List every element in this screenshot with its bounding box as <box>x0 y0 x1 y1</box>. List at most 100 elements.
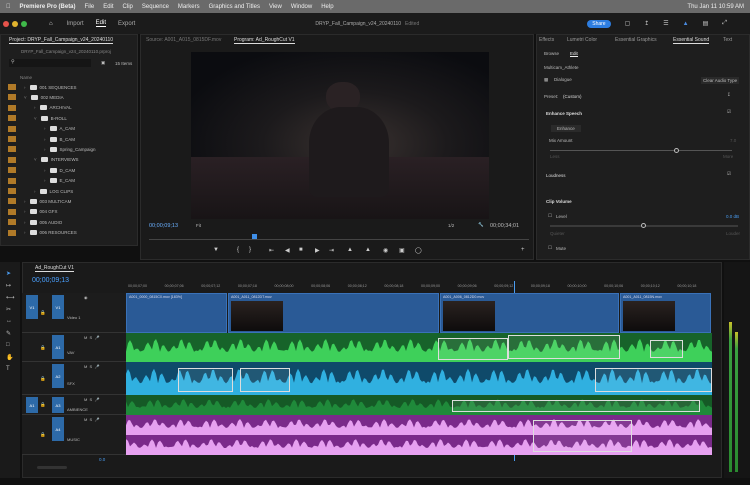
enhance-speech-checkbox[interactable]: ☑ <box>727 109 731 115</box>
save-preset-icon[interactable]: ↧ <box>727 92 731 98</box>
share-button[interactable]: Share <box>587 19 611 28</box>
hand-icon[interactable]: ✋ <box>6 354 13 361</box>
bin-item[interactable]: › D_CAM <box>1 165 75 175</box>
video-clip[interactable]: A001_A006_0812D0.mov <box>440 293 619 333</box>
go-out-icon[interactable]: ⇥ <box>329 247 334 254</box>
search-input[interactable]: ⚲ <box>9 59 91 67</box>
zoom-button[interactable] <box>21 20 27 27</box>
in-icon[interactable]: { <box>237 247 239 253</box>
menu-edit[interactable]: Edit <box>103 4 113 10</box>
track-select-icon[interactable]: ↦ <box>6 282 11 289</box>
scrub-bar[interactable] <box>149 239 529 240</box>
source-patch-a1[interactable]: A1 <box>26 397 38 413</box>
apple-icon[interactable]:  <box>6 4 11 10</box>
chevron-right-icon[interactable]: › <box>24 85 26 90</box>
clip-transition[interactable] <box>650 340 683 358</box>
bin-item[interactable]: ˅ 002 MEDIA <box>1 92 64 102</box>
enhance-button[interactable]: Enhance <box>551 125 581 132</box>
lock-icon[interactable]: 🔒 <box>40 345 46 351</box>
step-back-icon[interactable]: ◀ <box>285 247 290 254</box>
tab-source[interactable]: Source: A001_A015_0815DF.mov <box>146 37 221 43</box>
bin-item[interactable]: › 005 AUDIO <box>1 217 62 227</box>
subtab-browse[interactable]: Browse <box>544 51 559 56</box>
menu-help[interactable]: Help <box>321 4 333 10</box>
mute-icon[interactable]: M S 🎤 <box>84 364 99 369</box>
bin-item[interactable]: › Spring_Campaign <box>1 144 96 154</box>
bin-item[interactable]: › E_CAM <box>1 176 75 186</box>
stop-icon[interactable]: ■ <box>299 247 303 253</box>
progress-icon[interactable]: ▲ <box>683 21 689 27</box>
video-clip[interactable]: A001_0000_0815C0.mov [183%] <box>126 293 227 333</box>
compare-icon[interactable]: ▣ <box>399 247 405 254</box>
list-icon[interactable]: ☰ <box>663 20 668 27</box>
ripple-edit-icon[interactable]: ⟷ <box>6 294 15 301</box>
camera-icon[interactable]: ◉ <box>383 247 388 254</box>
clip-transition[interactable] <box>452 400 700 412</box>
bin-item[interactable]: › 001 SEQUENCES <box>1 82 77 92</box>
track-target-a4[interactable]: A4 <box>52 417 64 441</box>
menu-file[interactable]: File <box>85 4 95 10</box>
close-button[interactable] <box>3 20 9 27</box>
mute-icon[interactable]: M S 🎤 <box>84 417 99 422</box>
loudness-checkbox[interactable]: ☑ <box>727 171 731 177</box>
marker-icon[interactable]: ▼ <box>213 247 219 253</box>
timeline-zoom-scrollbar[interactable] <box>37 466 67 469</box>
chevron-down-icon[interactable]: ˅ <box>34 116 37 121</box>
clip-transition[interactable] <box>595 368 712 392</box>
chevron-right-icon[interactable]: › <box>24 230 26 235</box>
track-target-v1[interactable]: V1 <box>52 295 64 319</box>
track-target-a2[interactable]: A2 <box>52 364 64 388</box>
chevron-right-icon[interactable]: › <box>44 147 46 152</box>
bin-item[interactable]: ˅ INTERVIEWS <box>1 155 79 165</box>
playhead[interactable] <box>252 234 257 239</box>
mix-amount-handle[interactable] <box>674 148 680 153</box>
volume-handle[interactable] <box>641 223 646 228</box>
volume-slider[interactable] <box>550 223 738 228</box>
quality-select[interactable]: 1/2 <box>448 223 454 228</box>
out-icon[interactable]: } <box>249 247 251 253</box>
clip-transition[interactable] <box>533 420 632 452</box>
mute-checkbox[interactable]: ☐ <box>548 245 552 251</box>
clip-transition[interactable] <box>508 335 620 359</box>
fit-select[interactable]: Fit <box>196 223 201 228</box>
step-forward-icon[interactable]: ▶ <box>315 247 320 254</box>
bin-item[interactable]: › 003 MULTICAM <box>1 196 71 206</box>
program-timecode[interactable]: 00;00;09;13 <box>149 223 178 229</box>
extract-icon[interactable]: ▲ <box>365 247 371 253</box>
menu-view[interactable]: View <box>269 4 282 10</box>
tab-text[interactable]: Text <box>723 37 732 43</box>
bin-item[interactable]: › A_CAM <box>1 124 75 134</box>
export-icon[interactable]: ↥ <box>644 20 649 27</box>
tab-lumetri[interactable]: Lumetri Color <box>567 37 597 43</box>
clip-transition[interactable] <box>178 368 233 392</box>
mix-amount-slider[interactable] <box>550 148 732 153</box>
nav-export[interactable]: Export <box>118 21 135 27</box>
lock-icon[interactable]: 🔒 <box>40 432 46 438</box>
clip-transition[interactable] <box>438 338 508 360</box>
comments-icon[interactable]: ▤ <box>703 20 709 27</box>
lock-icon[interactable]: 🔒 <box>40 310 46 316</box>
lift-icon[interactable]: ▲ <box>347 247 353 253</box>
chevron-right-icon[interactable]: › <box>34 189 36 194</box>
track-target-a1[interactable]: A1 <box>52 335 64 359</box>
tab-project[interactable]: Project: DRYP_Fall_Campaign_v24_20240110 <box>9 37 114 44</box>
razor-icon[interactable]: ✂ <box>6 306 11 313</box>
menu-markers[interactable]: Markers <box>178 4 200 10</box>
tab-graphics[interactable]: Essential Graphics <box>615 37 657 43</box>
column-name[interactable]: Name <box>20 75 32 80</box>
chevron-down-icon[interactable]: ˅ <box>34 157 37 162</box>
tab-essential-sound[interactable]: Essential Sound <box>673 37 710 44</box>
tab-sequence[interactable]: Ad_RoughCut V1 <box>35 265 74 272</box>
bin-item[interactable]: › ARCHIVAL <box>1 103 72 113</box>
bin-item[interactable]: › 006 RESOURCES <box>1 228 77 238</box>
mute-icon[interactable]: M S 🎤 <box>84 335 99 340</box>
chevron-right-icon[interactable]: › <box>44 178 46 183</box>
new-bin-icon[interactable]: ▣ <box>101 60 105 66</box>
source-patch-v1[interactable]: V1 <box>26 295 38 319</box>
selection-tool-icon[interactable]: ➤ <box>6 270 11 277</box>
chevron-right-icon[interactable]: › <box>34 105 36 110</box>
wrench-icon[interactable]: 🔧 <box>478 222 484 228</box>
chevron-right-icon[interactable]: › <box>44 126 46 131</box>
slip-icon[interactable]: ↔ <box>6 318 12 324</box>
lock-icon[interactable]: 🔒 <box>40 402 46 408</box>
